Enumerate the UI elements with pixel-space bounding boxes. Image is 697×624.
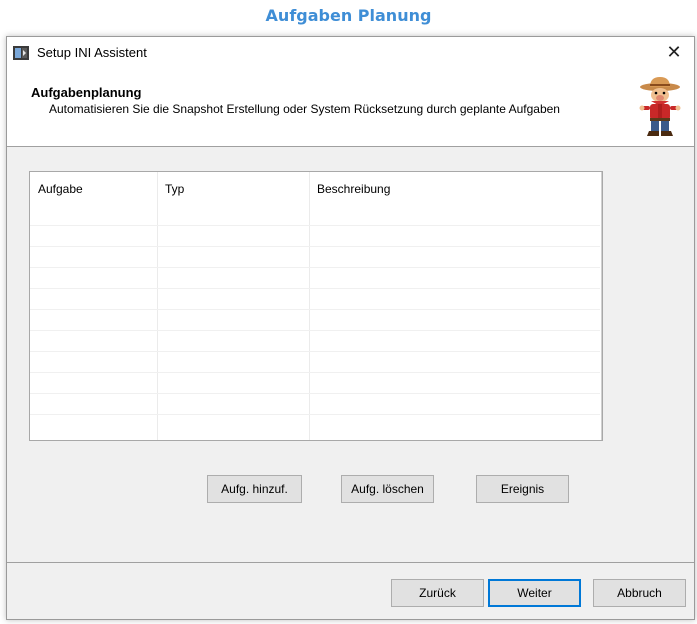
table-row [30,330,600,331]
column-divider [309,172,310,440]
wizard-header: Aufgabenplanung Automatisieren Sie die S… [7,67,694,147]
page-description: Automatisieren Sie die Snapshot Erstellu… [49,102,560,116]
add-task-button[interactable]: Aufg. hinzuf. [207,475,302,503]
page-caption: Aufgaben Planung [265,6,432,25]
next-button[interactable]: Weiter [488,579,581,607]
back-button[interactable]: Zurück [391,579,484,607]
column-header-description[interactable]: Beschreibung [317,182,390,196]
table-row [30,351,600,352]
event-button[interactable]: Ereignis [476,475,569,503]
footer-separator [7,562,694,563]
tasks-table[interactable]: Aufgabe Typ Beschreibung [29,171,603,441]
table-row [30,288,600,289]
close-icon: ✕ [666,42,682,62]
column-header-task[interactable]: Aufgabe [38,182,83,196]
column-divider [601,172,602,440]
column-header-type[interactable]: Typ [165,182,184,196]
cowboy-mascot-icon [639,77,681,136]
title-bar: Setup INI Assistent ✕ [7,37,694,67]
cancel-button[interactable]: Abbruch [593,579,686,607]
close-button[interactable]: ✕ [654,37,694,67]
delete-task-button[interactable]: Aufg. löschen [341,475,434,503]
column-divider [157,172,158,440]
table-row [30,309,600,310]
table-row [30,372,600,373]
setup-dialog: Setup INI Assistent ✕ Aufgabenplanung Au… [6,36,695,620]
table-row [30,267,600,268]
app-icon [13,46,29,60]
window-title: Setup INI Assistent [37,45,147,60]
table-row [30,393,600,394]
table-row [30,414,600,415]
table-row [30,225,600,226]
table-row [30,246,600,247]
page-title: Aufgabenplanung [31,85,142,100]
